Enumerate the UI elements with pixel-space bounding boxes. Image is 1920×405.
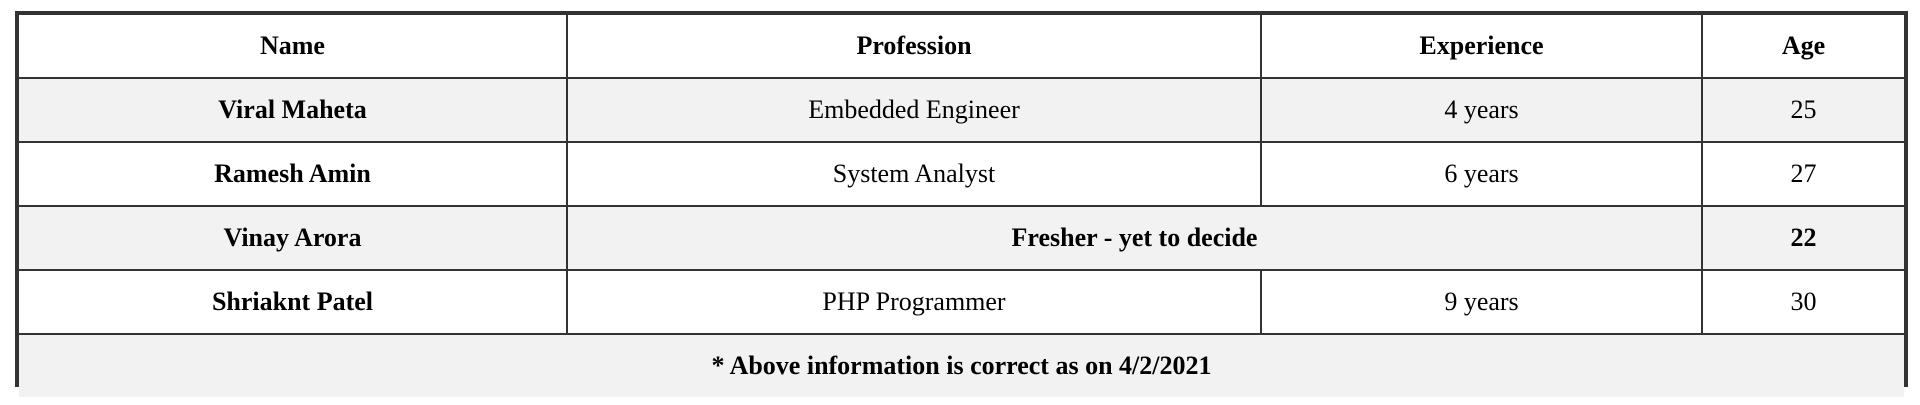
cell-experience: 6 years <box>1260 141 1703 207</box>
cell-age: 27 <box>1701 141 1904 207</box>
header-name: Name <box>19 15 568 79</box>
cell-name: Viral Maheta <box>19 77 568 143</box>
table-row: Shriaknt Patel PHP Programmer 9 years 30 <box>19 269 1904 335</box>
table-row: Viral Maheta Embedded Engineer 4 years 2… <box>19 77 1904 143</box>
cell-age: 25 <box>1701 77 1904 143</box>
cell-age: 30 <box>1701 269 1904 335</box>
table-row: Vinay Arora Fresher - yet to decide 22 <box>19 205 1904 271</box>
data-table-container: Name Profession Experience Age Viral Mah… <box>15 11 1908 397</box>
cell-experience: 9 years <box>1260 269 1703 335</box>
cell-profession: Embedded Engineer <box>566 77 1262 143</box>
table-footer-row: * Above information is correct as on 4/2… <box>19 333 1904 397</box>
employee-table: Name Profession Experience Age Viral Mah… <box>19 15 1904 397</box>
header-experience: Experience <box>1260 15 1703 79</box>
table-footnote: * Above information is correct as on 4/2… <box>19 333 1904 397</box>
table-row: Ramesh Amin System Analyst 6 years 27 <box>19 141 1904 207</box>
table-header-row: Name Profession Experience Age <box>19 15 1904 79</box>
header-age: Age <box>1701 15 1904 79</box>
cell-name: Vinay Arora <box>19 205 568 271</box>
cell-name: Shriaknt Patel <box>19 269 568 335</box>
cell-profession: System Analyst <box>566 141 1262 207</box>
cell-profession-experience-merged: Fresher - yet to decide <box>566 205 1703 271</box>
cell-experience: 4 years <box>1260 77 1703 143</box>
cell-name: Ramesh Amin <box>19 141 568 207</box>
cell-age: 22 <box>1701 205 1904 271</box>
header-profession: Profession <box>566 15 1262 79</box>
cell-profession: PHP Programmer <box>566 269 1262 335</box>
